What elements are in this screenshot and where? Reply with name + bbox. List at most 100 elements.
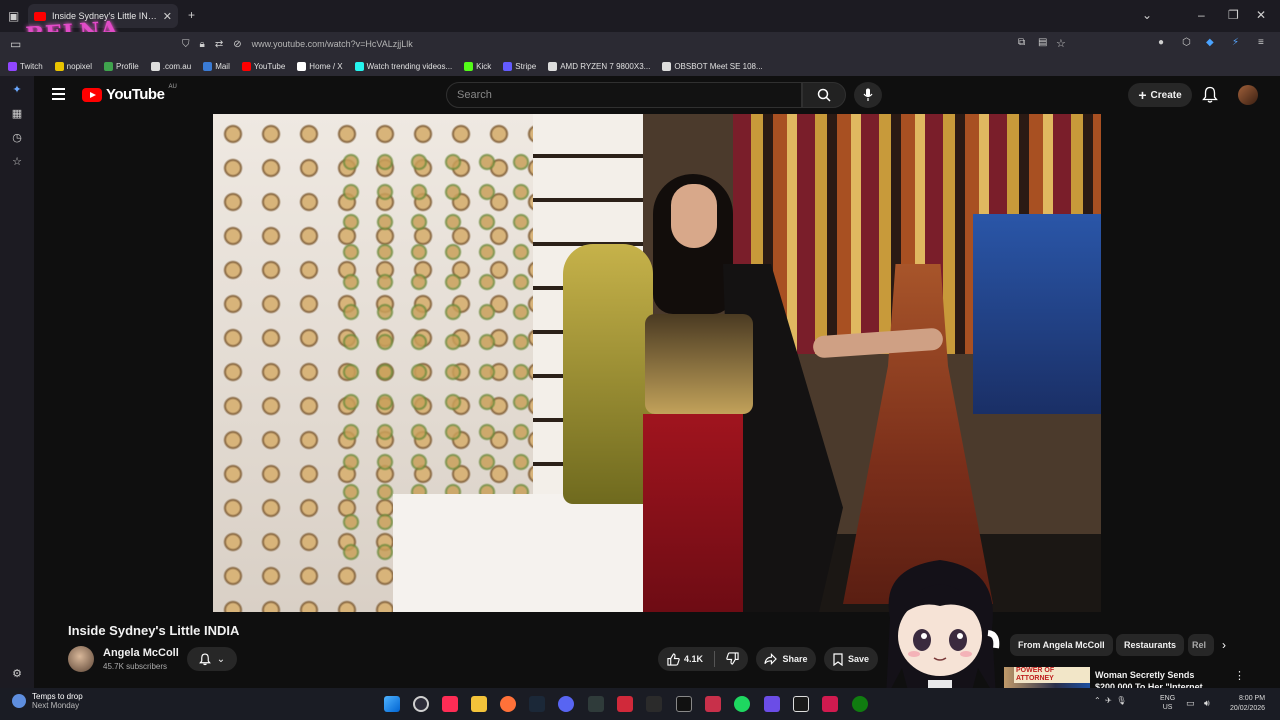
favorites-icon[interactable]: ☆ <box>11 156 23 168</box>
tab-list-icon[interactable]: ▣ <box>8 9 19 23</box>
bookmark-profile[interactable]: Profile <box>104 61 139 71</box>
video-frame-person-skirt <box>643 414 743 612</box>
autoplay-blocked-icon[interactable]: ⊘ <box>233 39 241 50</box>
system-tray-icons[interactable]: ⌃ ✈ 🎙︎ <box>1094 696 1126 705</box>
bookmark-mail[interactable]: Mail <box>203 61 230 71</box>
weather-widget[interactable]: Temps to drop Next Monday <box>12 692 83 710</box>
system-clock[interactable]: 8:00 PM 20/02/2026 <box>1230 694 1265 714</box>
copilot-icon[interactable]: ✦ <box>11 84 23 96</box>
search-button[interactable] <box>802 82 846 108</box>
search-icon <box>817 88 831 102</box>
bookmark-kick[interactable]: Kick <box>464 61 491 71</box>
browser-nav-bar: ▭ ⛉ 🔒︎ ⇄ ⊘ www.youtube.com/watch?v=HcVAL… <box>0 32 1280 56</box>
picture-in-picture-icon[interactable]: ⧉ <box>1018 37 1025 48</box>
weather-icon <box>12 694 26 708</box>
extensions-icon[interactable]: ⬡ <box>1182 37 1191 48</box>
tabs-icon[interactable]: ▦ <box>11 108 23 120</box>
video-player[interactable] <box>213 114 1101 612</box>
obs-icon[interactable] <box>413 696 429 712</box>
permissions-icon[interactable]: ⇄ <box>215 39 223 50</box>
epic-games-icon[interactable] <box>676 696 692 712</box>
youtube-header: YouTube AU Search + Create <box>34 76 1280 114</box>
shield-icon[interactable]: ⛉ <box>182 39 190 50</box>
recommended-video-title[interactable]: Woman Secretly Sends $200,000 To Her "In… <box>1095 669 1225 688</box>
youtube-favicon-icon <box>34 11 46 21</box>
chevron-down-icon: ⌄ <box>216 653 226 665</box>
adobe-icon[interactable] <box>822 696 838 712</box>
voice-search-button[interactable] <box>854 82 882 108</box>
bookmark-stripe[interactable]: Stripe <box>503 61 536 71</box>
tiktok-icon[interactable] <box>442 696 458 712</box>
browser-sidebar: ✦ ▦ ◷ ☆ ⚙ <box>0 76 34 688</box>
bookmark-youtube[interactable]: YouTube <box>241 61 285 71</box>
notifications-bell-icon[interactable] <box>1202 86 1218 104</box>
bookmark-amd[interactable]: AMD RYZEN 7 9800X3... <box>548 61 650 71</box>
tab-close-icon[interactable]: ✕ <box>163 10 172 23</box>
bookmark-nopixel[interactable]: nopixel <box>54 61 92 71</box>
restore-icon[interactable]: ❐ <box>1228 8 1239 22</box>
browser-menu-icon[interactable]: ≡ <box>1258 37 1264 48</box>
chip-from-channel[interactable]: From Angela McColl <box>1010 634 1113 656</box>
firefox-icon[interactable] <box>500 696 516 712</box>
translate-extension-icon[interactable]: ⚡ <box>1232 37 1239 48</box>
close-window-icon[interactable]: ✕ <box>1256 8 1266 22</box>
bookmark-star-icon[interactable]: ☆ <box>1056 37 1066 50</box>
chevron-right-icon[interactable]: › <box>1222 638 1226 652</box>
minimize-icon[interactable]: – <box>1198 8 1205 22</box>
sidebar-toggle-icon[interactable]: ▭ <box>10 37 21 51</box>
bookmark-x[interactable]: Home / X <box>297 61 343 71</box>
bookmark-twitch[interactable]: Twitch <box>8 61 43 71</box>
language-indicator[interactable]: ENG US <box>1160 694 1175 712</box>
purple-app-icon[interactable] <box>764 696 780 712</box>
start-windows-icon[interactable] <box>384 696 400 712</box>
chip-restaurants[interactable]: Restaurants <box>1116 634 1185 656</box>
search-input[interactable]: Search <box>446 82 802 108</box>
channel-avatar[interactable] <box>68 646 94 672</box>
valorant-icon[interactable] <box>705 696 721 712</box>
like-button[interactable]: 4.1K <box>667 652 703 666</box>
file-explorer-icon[interactable] <box>471 696 487 712</box>
notification-preferences-button[interactable]: ⌄ <box>187 647 237 671</box>
bookmark-comau[interactable]: .com.au <box>150 61 191 71</box>
os-taskbar: Temps to drop Next Monday ⌃ ✈ 🎙︎ ENG US … <box>0 688 1280 720</box>
bookmark-icon <box>833 652 843 666</box>
dislike-button[interactable] <box>726 651 739 667</box>
youtube-play-icon <box>82 87 102 102</box>
youtube-logo[interactable]: YouTube AU <box>82 84 177 103</box>
share-button[interactable]: Share <box>756 647 816 671</box>
account-icon[interactable]: ● <box>1158 37 1164 48</box>
share-icon <box>764 653 778 665</box>
new-tab-icon[interactable]: + <box>188 8 195 22</box>
bookmark-tiktok[interactable]: Watch trending videos... <box>354 61 452 71</box>
recommended-video-thumbnail[interactable]: POWER OF ATTORNEY <box>1004 667 1090 688</box>
terminal-icon[interactable] <box>588 696 604 712</box>
bookmark-obsbot[interactable]: OBSBOT Meet SE 108... <box>662 61 763 71</box>
tab-menu-chevron-icon[interactable]: ⌄ <box>1142 8 1152 22</box>
history-icon[interactable]: ◷ <box>11 132 23 144</box>
settings-gear-icon[interactable]: ⚙ <box>11 668 23 680</box>
xbox-icon[interactable] <box>852 696 868 712</box>
video-frame-blue-garments <box>973 214 1101 414</box>
subscriber-count: 45.7K subscribers <box>103 662 168 671</box>
discord-icon[interactable] <box>558 696 574 712</box>
volume-icon[interactable]: 🔊︎ <box>1204 698 1210 709</box>
guide-menu-icon[interactable] <box>52 88 65 100</box>
create-button[interactable]: + Create <box>1128 83 1192 107</box>
red-app-icon[interactable] <box>617 696 633 712</box>
channel-name[interactable]: Angela McColl <box>103 647 179 659</box>
steam-icon[interactable] <box>529 696 545 712</box>
url-bar[interactable]: ⛉ 🔒︎ ⇄ ⊘ www.youtube.com/watch?v=HcVALzj… <box>176 34 1076 54</box>
url-text[interactable]: www.youtube.com/watch?v=HcVALzjjLlk <box>252 39 413 49</box>
extension-badge-icon[interactable]: ◆ <box>1206 37 1214 48</box>
lock-icon[interactable]: 🔒︎ <box>200 39 205 50</box>
app-icon-arrow[interactable] <box>646 696 662 712</box>
reader-view-icon[interactable]: ▤ <box>1038 37 1047 48</box>
microphone-icon <box>863 88 873 101</box>
like-count: 4.1K <box>683 654 703 664</box>
chip-related[interactable]: Rel <box>1188 634 1214 656</box>
more-options-icon[interactable]: ⋮ <box>1234 669 1245 682</box>
capcut-icon[interactable] <box>793 696 809 712</box>
network-icon[interactable]: ▭ <box>1186 698 1195 709</box>
spotify-icon[interactable] <box>734 696 750 712</box>
user-avatar[interactable] <box>1238 85 1258 105</box>
